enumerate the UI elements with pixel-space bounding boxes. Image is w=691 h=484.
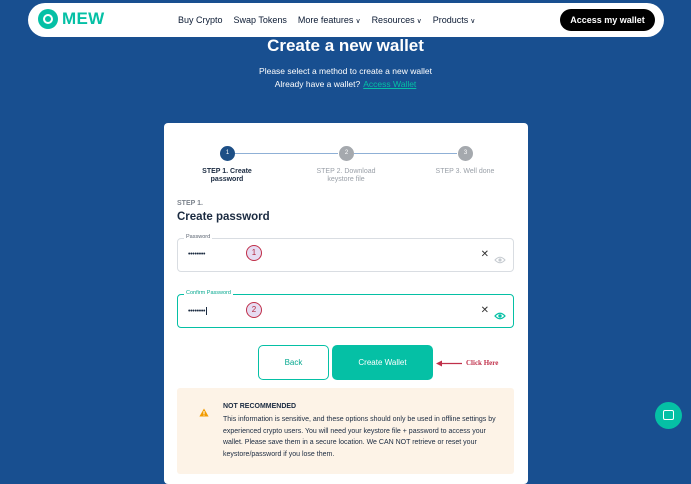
warning-icon [199,404,209,422]
password-label: Password [184,234,213,240]
step-3-indicator: 3 [458,146,473,161]
stepper-line [235,153,338,154]
step-2-indicator: 2 [339,146,354,161]
nav-link-label: Resources [371,15,415,25]
create-wallet-card: 1 2 3 STEP 1. Create password STEP 2. Do… [164,123,528,484]
confirm-password-field[interactable]: Confirm Password •••••••• ✕ [177,290,514,328]
nav-link-swap-tokens[interactable]: Swap Tokens [234,15,287,25]
nav-link-more-features[interactable]: More features ∨ [298,15,361,25]
clear-icon[interactable]: ✕ [481,249,489,260]
form-heading: Create password [177,211,270,223]
annotation-marker-1: 1 [246,245,262,261]
create-wallet-button[interactable]: Create Wallet [332,345,433,380]
clear-icon[interactable]: ✕ [481,305,489,316]
eye-icon[interactable] [494,307,506,325]
annotation-marker-2: 2 [246,302,262,318]
warning-box: NOT RECOMMENDED This information is sens… [177,388,514,474]
warning-title: NOT RECOMMENDED [223,403,297,410]
logo-icon [38,9,58,29]
arrow-left-icon [436,354,462,372]
nav-links: Buy Crypto Swap Tokens More features ∨ Re… [178,3,475,37]
eye-icon[interactable] [494,251,506,269]
confirm-password-label: Confirm Password [184,290,233,296]
nav-link-resources[interactable]: Resources ∨ [372,15,422,25]
step-2-label: STEP 2. Download keystore file [316,168,376,183]
already-have-wallet: Already have a wallet? Access Wallet [0,79,691,89]
already-text: Already have a wallet? [274,79,361,89]
password-field[interactable]: Password •••••••• ✕ [177,234,514,272]
warning-body: This information is sensitive, and these… [223,416,496,458]
nav-link-products[interactable]: Products ∨ [433,15,476,25]
back-button[interactable]: Back [258,345,329,380]
click-here-annotation: Click Here [436,354,498,372]
stepper-line [354,153,457,154]
logo-text: MEW [62,9,105,28]
password-value: •••••••• [188,251,206,258]
step-indicator-text: STEP 1. [177,200,203,207]
step-3-label: STEP 3. Well done [435,168,495,175]
text-caret [206,307,208,315]
page-subtitle: Please select a method to create a new w… [259,66,432,76]
nav-link-label: More features [297,15,354,25]
nav-link-label: Products [432,15,469,25]
access-wallet-link[interactable]: Access Wallet [363,79,416,89]
nav-link-label: Buy Crypto [178,15,223,25]
step-1-label: STEP 1. Create password [202,168,252,183]
page-title: Create a new wallet [267,36,424,55]
mew-logo[interactable]: MEW [38,9,104,29]
step-1-indicator: 1 [220,146,235,161]
chat-icon [663,410,674,420]
nav-link-buy-crypto[interactable]: Buy Crypto [178,15,223,25]
chevron-down-icon: ∨ [355,18,361,25]
nav-link-label: Swap Tokens [233,15,287,25]
confirm-password-text: •••••••• [188,307,206,315]
chat-button[interactable] [655,402,682,429]
access-my-wallet-button[interactable]: Access my wallet [560,9,655,31]
chevron-down-icon: ∨ [470,18,476,25]
confirm-password-value: •••••••• [188,307,208,315]
top-nav: MEW Buy Crypto Swap Tokens More features… [28,3,664,37]
click-here-text: Click Here [466,359,499,367]
chevron-down-icon: ∨ [416,18,422,25]
